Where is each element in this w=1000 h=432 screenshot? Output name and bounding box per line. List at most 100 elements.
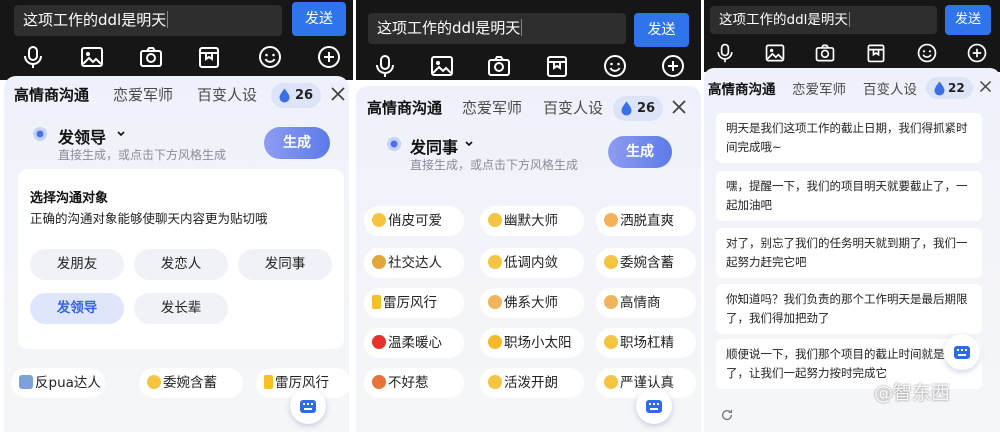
tab-love-advisor[interactable]: 恋爱军师 <box>792 78 846 98</box>
generate-button[interactable]: 生成 <box>264 127 330 159</box>
tab-love-advisor[interactable]: 恋爱军师 <box>113 84 173 105</box>
bookmark-box-icon[interactable] <box>196 44 222 70</box>
assistant-avatar-icon <box>33 127 47 141</box>
bookmark-box-icon[interactable] <box>544 53 570 79</box>
plus-icon[interactable] <box>316 44 342 70</box>
style-chip[interactable]: 温柔暖心 <box>364 328 464 358</box>
style-chip[interactable]: 高情商 <box>596 288 696 318</box>
style-chip[interactable]: 俏皮可爱 <box>364 206 464 236</box>
plus-icon[interactable] <box>660 53 686 79</box>
assistant-sheet: 高情商沟通 恋爱军师 百变人设 26 发领导 直接生成，或点击下方风格生成 生成… <box>4 76 351 432</box>
screenshot-panel-1: 这项工作的ddl是明天 发送 高情商沟通 恋爱军师 百变人设 26 发领导 直接… <box>0 0 353 432</box>
input-bar: 这项工作的ddl是明天 发送 <box>704 0 1000 72</box>
camera-icon[interactable] <box>814 42 836 68</box>
style-chip-label: 活泼开朗 <box>504 375 558 391</box>
tab-eq-communication[interactable]: 高情商沟通 <box>708 78 776 98</box>
camera-icon[interactable] <box>486 53 512 79</box>
relieved-emoji-icon <box>488 255 502 269</box>
keyboard-toggle-button[interactable] <box>944 334 980 370</box>
tab-eq-communication[interactable]: 高情商沟通 <box>367 97 442 118</box>
option-colleague[interactable]: 发同事 <box>238 249 332 280</box>
input-bar: 这项工作的ddl是明天 发送 <box>0 0 353 80</box>
reply-text: 顺便说一下，我们那个项目的截止时间就是明天了，让我们一起努力按时完成它 <box>726 347 968 380</box>
style-chip-label: 职场杠精 <box>620 335 674 351</box>
tab-persona[interactable]: 百变人设 <box>863 78 917 98</box>
mic-icon[interactable] <box>714 42 736 68</box>
picker-title: 选择沟通对象 <box>30 191 109 206</box>
tab-eq-communication[interactable]: 高情商沟通 <box>14 84 89 105</box>
credits-badge: 26 <box>613 96 664 121</box>
reply-card[interactable]: 对了，别忘了我们的任务明天就到期了，我们一起努力赶完它吧 <box>716 228 982 278</box>
close-icon[interactable] <box>978 79 993 94</box>
picker-description: 正确的沟通对象能够使聊天内容更为贴切哦 <box>30 211 268 226</box>
option-boss[interactable]: 发领导 <box>30 293 124 324</box>
keyboard-toggle-button[interactable] <box>636 388 672 424</box>
recipient-hint: 直接生成，或点击下方风格生成 <box>410 158 579 172</box>
refresh-icon[interactable] <box>720 408 734 422</box>
emoji-icon[interactable] <box>916 42 938 68</box>
keyboard-toggle-button[interactable] <box>290 388 326 424</box>
style-chip[interactable]: 职场杠精 <box>596 328 696 358</box>
recipient-picker-card: 选择沟通对象 正确的沟通对象能够使聊天内容更为贴切哦 发朋友 发恋人 发同事 发… <box>18 169 344 349</box>
style-chip-label: 低调内敛 <box>504 255 558 271</box>
camera-icon[interactable] <box>138 44 164 70</box>
style-chip[interactable]: 委婉含蓄 <box>139 368 243 398</box>
style-chip[interactable]: 不好惹 <box>364 368 464 398</box>
close-icon[interactable] <box>329 85 347 103</box>
credits-count: 22 <box>948 81 965 95</box>
send-button[interactable]: 发送 <box>945 5 991 35</box>
message-input[interactable]: 这项工作的ddl是明天 <box>710 6 937 34</box>
credits-count: 26 <box>295 88 314 103</box>
message-input[interactable]: 这项工作的ddl是明天 <box>14 5 282 36</box>
generate-button[interactable]: 生成 <box>608 136 672 168</box>
style-chip[interactable]: 活泼开朗 <box>480 368 584 398</box>
image-icon[interactable] <box>429 53 455 79</box>
style-chip[interactable]: 社交达人 <box>364 248 464 278</box>
style-chip-label: 不好惹 <box>388 375 429 391</box>
rock-hand-icon <box>604 213 618 227</box>
thinking-emoji-icon <box>604 375 618 389</box>
reply-card[interactable]: 嘿，提醒一下，我们的项目明天就要截止了，一起加油吧 <box>716 171 982 221</box>
emoji-icon[interactable] <box>257 44 283 70</box>
style-chip[interactable]: 低调内敛 <box>480 248 584 278</box>
recipient-label: 发同事 <box>410 138 459 157</box>
option-partner[interactable]: 发恋人 <box>134 249 228 280</box>
mic-icon[interactable] <box>20 44 46 70</box>
water-drop-icon <box>934 81 945 96</box>
style-chip[interactable]: 反pua达人 <box>11 368 105 398</box>
style-chip-label: 反pua达人 <box>35 375 101 391</box>
image-icon[interactable] <box>79 44 105 70</box>
image-icon[interactable] <box>764 42 786 68</box>
blush-emoji-icon <box>604 255 618 269</box>
bookmark-box-icon[interactable] <box>865 42 887 68</box>
reply-text: 明天是我们这项工作的截止日期，我们得抓紧时间完成哦~ <box>726 121 968 154</box>
tab-bar: 高情商沟通 恋爱军师 百变人设 26 <box>4 83 349 110</box>
style-chip[interactable]: 委婉含蓄 <box>596 248 696 278</box>
heart-icon <box>372 335 386 349</box>
style-chip[interactable]: 洒脱直爽 <box>596 206 696 236</box>
send-button[interactable]: 发送 <box>634 13 689 47</box>
credits-badge: 26 <box>271 83 322 108</box>
tab-love-advisor[interactable]: 恋爱军师 <box>462 97 522 118</box>
style-chip[interactable]: 雷厉风行 <box>364 288 464 318</box>
credits-count: 26 <box>637 101 656 116</box>
tab-persona[interactable]: 百变人设 <box>197 84 257 105</box>
style-chip[interactable]: 职场小太阳 <box>480 328 584 358</box>
tab-bar: 高情商沟通 恋爱军师 百变人设 22 <box>704 77 1000 104</box>
style-chip[interactable]: 幽默大师 <box>480 206 584 236</box>
emoji-icon[interactable] <box>602 53 628 79</box>
reply-card[interactable]: 明天是我们这项工作的截止日期，我们得抓紧时间完成哦~ <box>716 113 982 163</box>
tab-persona[interactable]: 百变人设 <box>543 97 603 118</box>
message-input[interactable]: 这项工作的ddl是明天 <box>368 13 626 44</box>
style-chip-label: 职场小太阳 <box>504 335 572 351</box>
style-chip[interactable]: 佛系大师 <box>480 288 584 318</box>
style-chip-label: 佛系大师 <box>504 295 558 311</box>
mic-icon[interactable] <box>372 53 398 79</box>
reply-card[interactable]: 你知道吗？我们负责的那个工作明天是最后期限了，我们得加把劲了 <box>716 284 982 334</box>
plus-icon[interactable] <box>966 42 988 68</box>
watermark: @智东西 <box>874 382 951 404</box>
option-elder[interactable]: 发长辈 <box>134 293 228 324</box>
send-button[interactable]: 发送 <box>292 2 346 36</box>
close-icon[interactable] <box>670 98 688 116</box>
option-friend[interactable]: 发朋友 <box>30 249 124 280</box>
